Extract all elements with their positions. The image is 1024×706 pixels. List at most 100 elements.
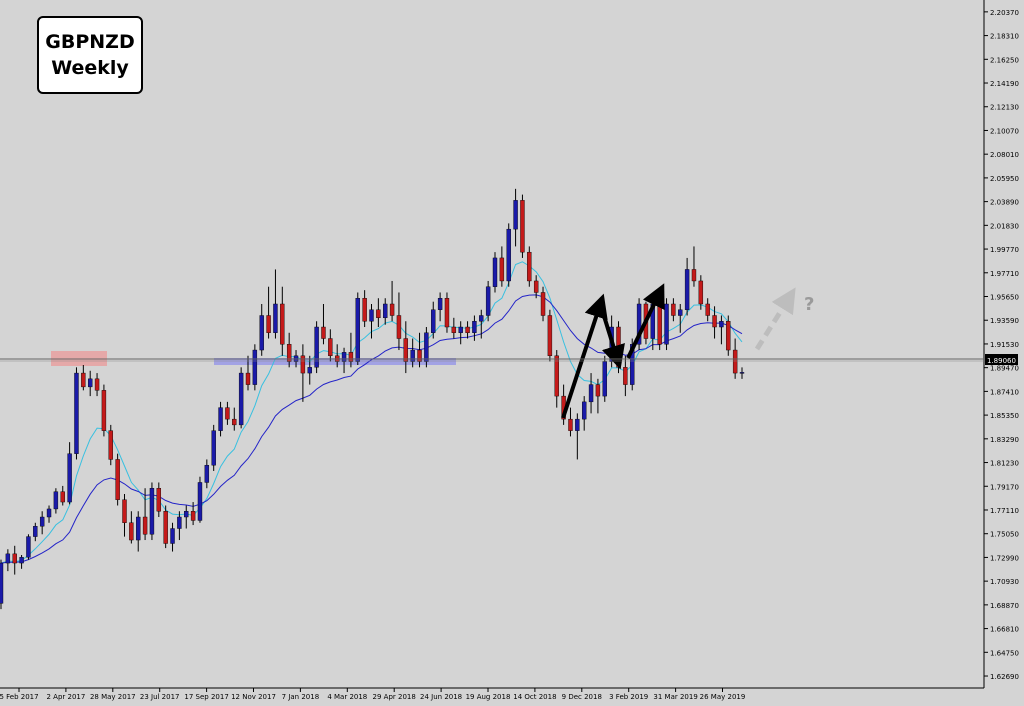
y-tick-label: 2.03890 — [990, 199, 1019, 207]
bull-candle — [472, 321, 477, 333]
bear-candle — [732, 349, 738, 374]
price-chart: ? 2.20370 2.18310 2.16250 2.14190 2.12130 2.1… — [0, 0, 1024, 706]
y-tick-label: 1.77110 — [990, 507, 1019, 515]
bull-candle — [307, 367, 312, 374]
y-tick-label: 1.79170 — [990, 483, 1019, 491]
bull-candle — [437, 298, 443, 310]
y-tick-label: 1.95650 — [990, 294, 1019, 302]
bull-candle — [602, 361, 607, 397]
bull-candle — [479, 315, 484, 322]
bull-candle — [458, 326, 463, 333]
x-tick-label: 29 Apr 2018 — [373, 693, 416, 701]
bull-candle — [74, 372, 79, 454]
bear-candle — [657, 303, 662, 345]
x-tick-label: 7 Jan 2018 — [282, 693, 320, 701]
y-tick-label: 1.93590 — [990, 317, 1019, 325]
x-tick-label: 19 Aug 2018 — [466, 693, 511, 701]
bear-candle — [60, 491, 65, 503]
bear-candle — [691, 269, 697, 282]
x-tick-label: 31 Mar 2019 — [653, 693, 697, 701]
bear-candle — [568, 418, 573, 431]
y-tick-label: 1.68870 — [990, 602, 1019, 610]
bull-candle — [136, 516, 141, 541]
bull-candle — [87, 378, 93, 388]
bear-candle — [376, 309, 381, 319]
bull-candle — [39, 516, 45, 527]
bear-candle — [465, 326, 470, 333]
bull-candle — [197, 482, 203, 521]
bear-candle — [115, 459, 120, 500]
bear-candle — [156, 488, 162, 512]
chart-title-box: GBPNZD Weekly — [37, 16, 143, 94]
bear-candle — [108, 430, 113, 460]
y-tick-label: 2.05950 — [990, 175, 1019, 183]
x-tick-label: 14 Oct 2018 — [513, 693, 556, 701]
x-tick-label: 23 Jul 2017 — [140, 693, 180, 701]
bull-candle — [492, 257, 498, 287]
bear-candle — [266, 315, 271, 333]
bull-candle — [19, 557, 24, 564]
bear-candle — [417, 349, 422, 362]
bull-candle — [184, 511, 189, 518]
x-tick-label: 9 Dec 2018 — [562, 693, 602, 701]
bear-candle — [163, 511, 168, 544]
chart-timeframe: Weekly — [51, 57, 129, 79]
bull-candle — [177, 516, 182, 529]
bull-candle — [46, 508, 52, 518]
bull-candle — [431, 309, 436, 333]
bear-candle — [533, 280, 539, 293]
bull-candle — [53, 491, 59, 510]
y-tick-label: 2.01830 — [990, 222, 1019, 230]
bull-candle — [259, 315, 264, 351]
bull-candle — [33, 526, 38, 537]
x-tick-label: 5 Feb 2017 — [0, 693, 39, 701]
x-tick-label: 24 Jun 2018 — [420, 693, 462, 701]
bear-candle — [280, 303, 285, 345]
bear-candle — [554, 355, 559, 397]
y-tick-label: 1.81230 — [990, 460, 1019, 468]
bear-candle — [595, 384, 601, 397]
bull-candle — [485, 286, 491, 316]
bull-candle — [218, 407, 223, 431]
bear-candle — [403, 338, 409, 362]
bear-candle — [81, 372, 86, 388]
bull-candle — [204, 464, 210, 483]
bull-candle — [341, 352, 347, 362]
bull-candle — [719, 321, 724, 328]
y-tick-label: 2.20370 — [990, 9, 1019, 17]
bull-candle — [664, 303, 669, 345]
x-tick-label: 2 Apr 2017 — [46, 693, 85, 701]
bear-candle — [527, 251, 532, 282]
bull-candle — [149, 488, 155, 535]
y-tick-label: 2.16250 — [990, 56, 1019, 64]
bear-candle — [129, 522, 134, 541]
bear-candle — [328, 338, 333, 357]
bull-candle — [252, 349, 258, 385]
bear-candle — [142, 516, 148, 535]
bull-candle — [424, 332, 429, 362]
y-tick-label: 2.12130 — [990, 104, 1019, 112]
x-tick-label: 26 May 2019 — [700, 693, 746, 701]
y-tick-label: 1.70930 — [990, 578, 1019, 586]
bull-candle — [684, 269, 690, 310]
bear-candle — [232, 418, 237, 426]
bear-candle — [122, 499, 127, 523]
chart-symbol: GBPNZD — [45, 31, 135, 53]
x-tick-label: 28 May 2017 — [90, 693, 136, 701]
bull-candle — [739, 372, 745, 374]
bear-candle — [300, 355, 306, 374]
y-tick-label: 1.89470 — [990, 365, 1019, 373]
bear-candle — [101, 390, 107, 431]
bull-candle — [588, 384, 594, 403]
bull-candle — [575, 418, 580, 431]
bear-candle — [12, 553, 17, 564]
bull-candle — [355, 298, 360, 362]
y-tick-label: 1.87410 — [990, 388, 1019, 396]
bear-candle — [225, 407, 230, 420]
bull-candle — [26, 536, 31, 558]
x-tick-label: 17 Sep 2017 — [184, 693, 228, 701]
y-tick-label: 2.14190 — [990, 80, 1019, 88]
y-tick-label: 1.72990 — [990, 554, 1019, 562]
bear-candle — [499, 257, 505, 282]
question-mark: ? — [804, 294, 814, 315]
